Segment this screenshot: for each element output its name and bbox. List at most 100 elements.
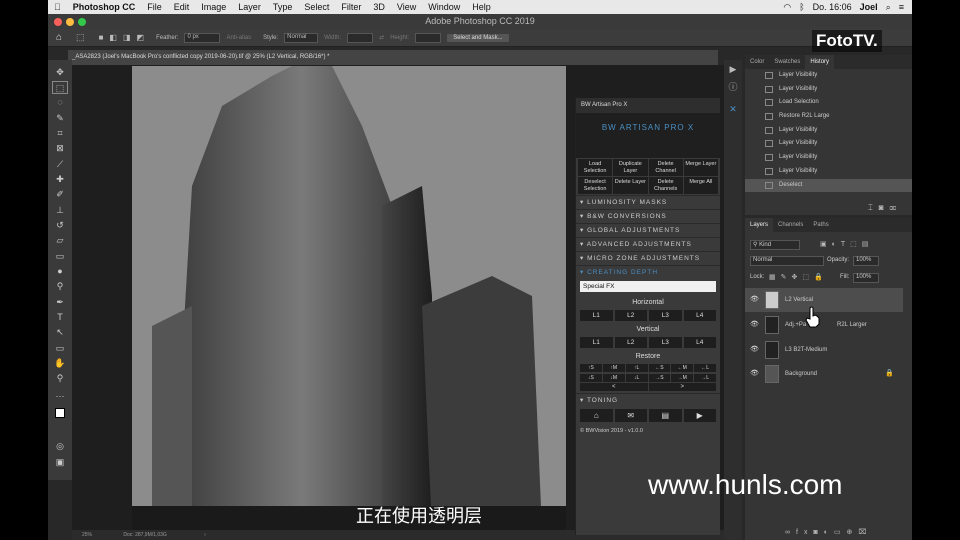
new-layer-icon[interactable]: ⊕: [847, 529, 859, 536]
menu-type[interactable]: Type: [267, 2, 299, 12]
tab-channels[interactable]: Channels: [773, 218, 808, 232]
history-item[interactable]: Layer Visibility: [745, 137, 912, 151]
menu-list-icon[interactable]: ≡: [899, 2, 904, 12]
restore-left-l[interactable]: ←L: [694, 364, 716, 372]
history-item-selected[interactable]: Deselect: [745, 178, 912, 193]
crop-tool-icon[interactable]: ⌗: [52, 127, 68, 140]
snapshot-icon[interactable]: ⌶: [868, 203, 879, 212]
new-selection-icon[interactable]: ■: [99, 33, 104, 42]
eye-icon[interactable]: 👁: [750, 338, 759, 362]
section-advanced-adjustments[interactable]: ▾ ADVANCED ADJUSTMENTS: [576, 237, 720, 251]
opacity-input[interactable]: 100%: [853, 256, 879, 266]
antialias-checkbox[interactable]: Anti-alias: [226, 35, 251, 41]
intersect-selection-icon[interactable]: ◩: [137, 33, 145, 42]
adjustment-icon[interactable]: ◐: [824, 529, 834, 536]
section-micro-zone[interactable]: ▾ MICRO ZONE ADJUSTMENTS: [576, 251, 720, 265]
subtract-selection-icon[interactable]: ◨: [123, 33, 131, 42]
tab-swatches[interactable]: Swatches: [769, 55, 805, 69]
adjustment-filter-icon[interactable]: ◐: [832, 241, 841, 248]
tab-history[interactable]: History: [805, 55, 835, 69]
marquee-preset-icon[interactable]: ⬚: [76, 32, 85, 43]
section-luminosity-masks[interactable]: ▾ LUMINOSITY MASKS: [576, 195, 720, 209]
dodge-tool-icon[interactable]: ⚲: [52, 280, 68, 293]
rectangle-tool-icon[interactable]: ▭: [52, 342, 68, 355]
delete-channel-button[interactable]: Delete Channel: [648, 159, 683, 176]
book-icon[interactable]: ▤: [649, 409, 682, 422]
h-l4-button[interactable]: L4: [683, 310, 716, 321]
apple-icon[interactable]: : [48, 2, 67, 12]
eye-icon[interactable]: 👁: [750, 362, 759, 386]
v-l4-button[interactable]: L4: [683, 337, 716, 348]
video-icon[interactable]: ▶: [683, 409, 716, 422]
fx-icon[interactable]: fx: [796, 529, 813, 536]
info-icon[interactable]: ⓘ: [727, 80, 739, 92]
shape-filter-icon[interactable]: ⬚: [850, 241, 862, 248]
section-global-adjustments[interactable]: ▾ GLOBAL ADJUSTMENTS: [576, 223, 720, 237]
layer-row[interactable]: 👁 L3 B2T-Medium: [745, 338, 903, 362]
restore-right-m[interactable]: →M: [671, 374, 694, 382]
eyedropper-tool-icon[interactable]: ⟋: [52, 158, 68, 171]
blur-tool-icon[interactable]: ●: [52, 265, 68, 278]
history-item[interactable]: Layer Visibility: [745, 83, 912, 97]
restore-up-l[interactable]: ↑L: [625, 364, 648, 372]
width-input[interactable]: [347, 32, 374, 43]
menu-edit[interactable]: Edit: [168, 2, 196, 12]
bwa-plugin-icon[interactable]: ✕: [727, 104, 739, 116]
search-icon[interactable]: ⌕: [886, 2, 891, 13]
restore-right-s[interactable]: →S: [648, 374, 671, 382]
move-tool-icon[interactable]: ✥: [52, 66, 68, 79]
restore-down-l[interactable]: ↓L: [625, 374, 648, 382]
frame-tool-icon[interactable]: ⊠: [52, 142, 68, 155]
eye-icon[interactable]: 👁: [750, 313, 759, 337]
path-select-tool-icon[interactable]: ↖: [52, 326, 68, 339]
prev-button[interactable]: <: [580, 383, 648, 391]
lock-transparent-icon[interactable]: ▦: [769, 274, 781, 281]
doc-size[interactable]: Doc: 287,9M/1,03G: [123, 532, 166, 538]
healing-tool-icon[interactable]: ✚: [52, 173, 68, 186]
wifi-icon[interactable]: ◠: [783, 2, 791, 13]
trash-icon[interactable]: ⌧: [890, 203, 902, 212]
status-arrow-icon[interactable]: ›: [204, 532, 206, 538]
deselect-selection-button[interactable]: Deselect Selection: [578, 177, 613, 194]
menu-image[interactable]: Image: [195, 2, 232, 12]
quick-mask-icon[interactable]: ◎: [52, 440, 68, 453]
menu-help[interactable]: Help: [466, 2, 497, 12]
color-swatches-icon[interactable]: [52, 408, 68, 421]
hand-tool-icon[interactable]: ✋: [52, 357, 68, 370]
history-item[interactable]: Layer Visibility: [745, 124, 912, 138]
bluetooth-icon[interactable]: ᛒ: [799, 2, 804, 12]
play-icon[interactable]: ▶: [727, 64, 739, 76]
lock-image-icon[interactable]: ✎: [781, 274, 792, 281]
restore-left-s[interactable]: ←S: [648, 364, 671, 372]
mask-icon[interactable]: ◙: [813, 529, 823, 536]
type-tool-icon[interactable]: T: [52, 311, 68, 324]
delete-layer-button[interactable]: Delete Layer: [613, 177, 648, 194]
layer-row-selected[interactable]: 👁 L2 Vertical: [745, 288, 903, 312]
close-window-button[interactable]: [54, 18, 62, 26]
style-select[interactable]: Normal: [284, 32, 319, 43]
camera-icon[interactable]: ◙: [879, 203, 890, 212]
document-tab[interactable]: _ASA2823 (Joel's MacBook Pro's conflicte…: [68, 50, 718, 65]
quick-select-tool-icon[interactable]: ✎: [52, 112, 68, 125]
tab-paths[interactable]: Paths: [808, 218, 833, 232]
menu-3d[interactable]: 3D: [367, 2, 391, 12]
stamp-tool-icon[interactable]: ⊥: [52, 204, 68, 217]
add-selection-icon[interactable]: ◧: [109, 33, 117, 42]
swap-icon[interactable]: ⇄: [379, 34, 384, 41]
home-icon[interactable]: ⌂: [580, 409, 613, 422]
tab-color[interactable]: Color: [745, 55, 769, 69]
user-name[interactable]: Joel: [860, 2, 878, 12]
menu-window[interactable]: Window: [422, 2, 466, 12]
layer-name[interactable]: L3 B2T-Medium: [785, 338, 827, 362]
kind-filter-select[interactable]: ⚲ Kind: [750, 240, 800, 250]
select-and-mask-button[interactable]: Select and Mask...: [447, 33, 509, 42]
history-item[interactable]: Load Selection: [745, 96, 912, 110]
lasso-tool-icon[interactable]: ◌: [52, 96, 68, 109]
artboard-icon[interactable]: ⬚: [802, 274, 814, 281]
restore-left-m[interactable]: ←M: [671, 364, 694, 372]
home-icon[interactable]: ⌂: [56, 32, 62, 43]
smart-filter-icon[interactable]: ▤: [862, 241, 874, 248]
pen-tool-icon[interactable]: ✒: [52, 296, 68, 309]
feather-input[interactable]: 0 px: [184, 32, 221, 43]
v-l1-button[interactable]: L1: [580, 337, 613, 348]
